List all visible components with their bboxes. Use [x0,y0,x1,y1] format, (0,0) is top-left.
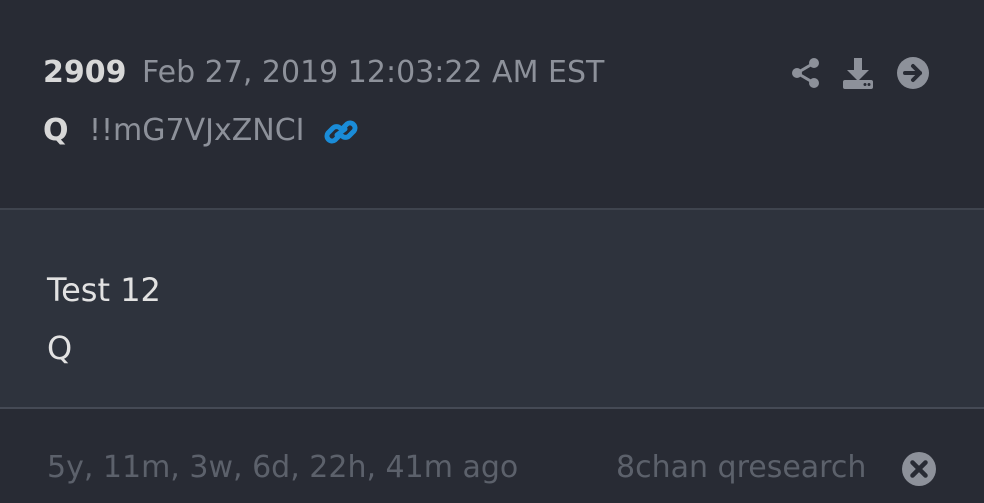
post-body-line: Test 12 [47,271,161,309]
arrow-circle-right-icon[interactable] [896,56,930,90]
share-icon[interactable] [789,56,823,90]
post-author: Q [43,113,69,148]
post-body: Test 12 Q [0,210,984,407]
post-footer: 5y, 11m, 3w, 6d, 22h, 41m ago 8chan qres… [0,409,984,503]
post-header: 2909 Feb 27, 2019 12:03:22 AM EST Q !!mG… [0,0,984,208]
post-timestamp: Feb 27, 2019 12:03:22 AM EST [142,55,605,90]
post-tripcode: !!mG7VJxZNCI [89,113,305,148]
link-icon[interactable] [322,114,360,150]
download-icon[interactable] [841,56,875,90]
post-body-line: Q [47,329,73,367]
post-number[interactable]: 2909 [43,55,127,91]
close-circle-icon[interactable] [901,451,937,487]
post-source: 8chan qresearch [616,450,867,485]
post-card: 2909 Feb 27, 2019 12:03:22 AM EST Q !!mG… [0,0,984,503]
relative-time: 5y, 11m, 3w, 6d, 22h, 41m ago [47,450,519,485]
